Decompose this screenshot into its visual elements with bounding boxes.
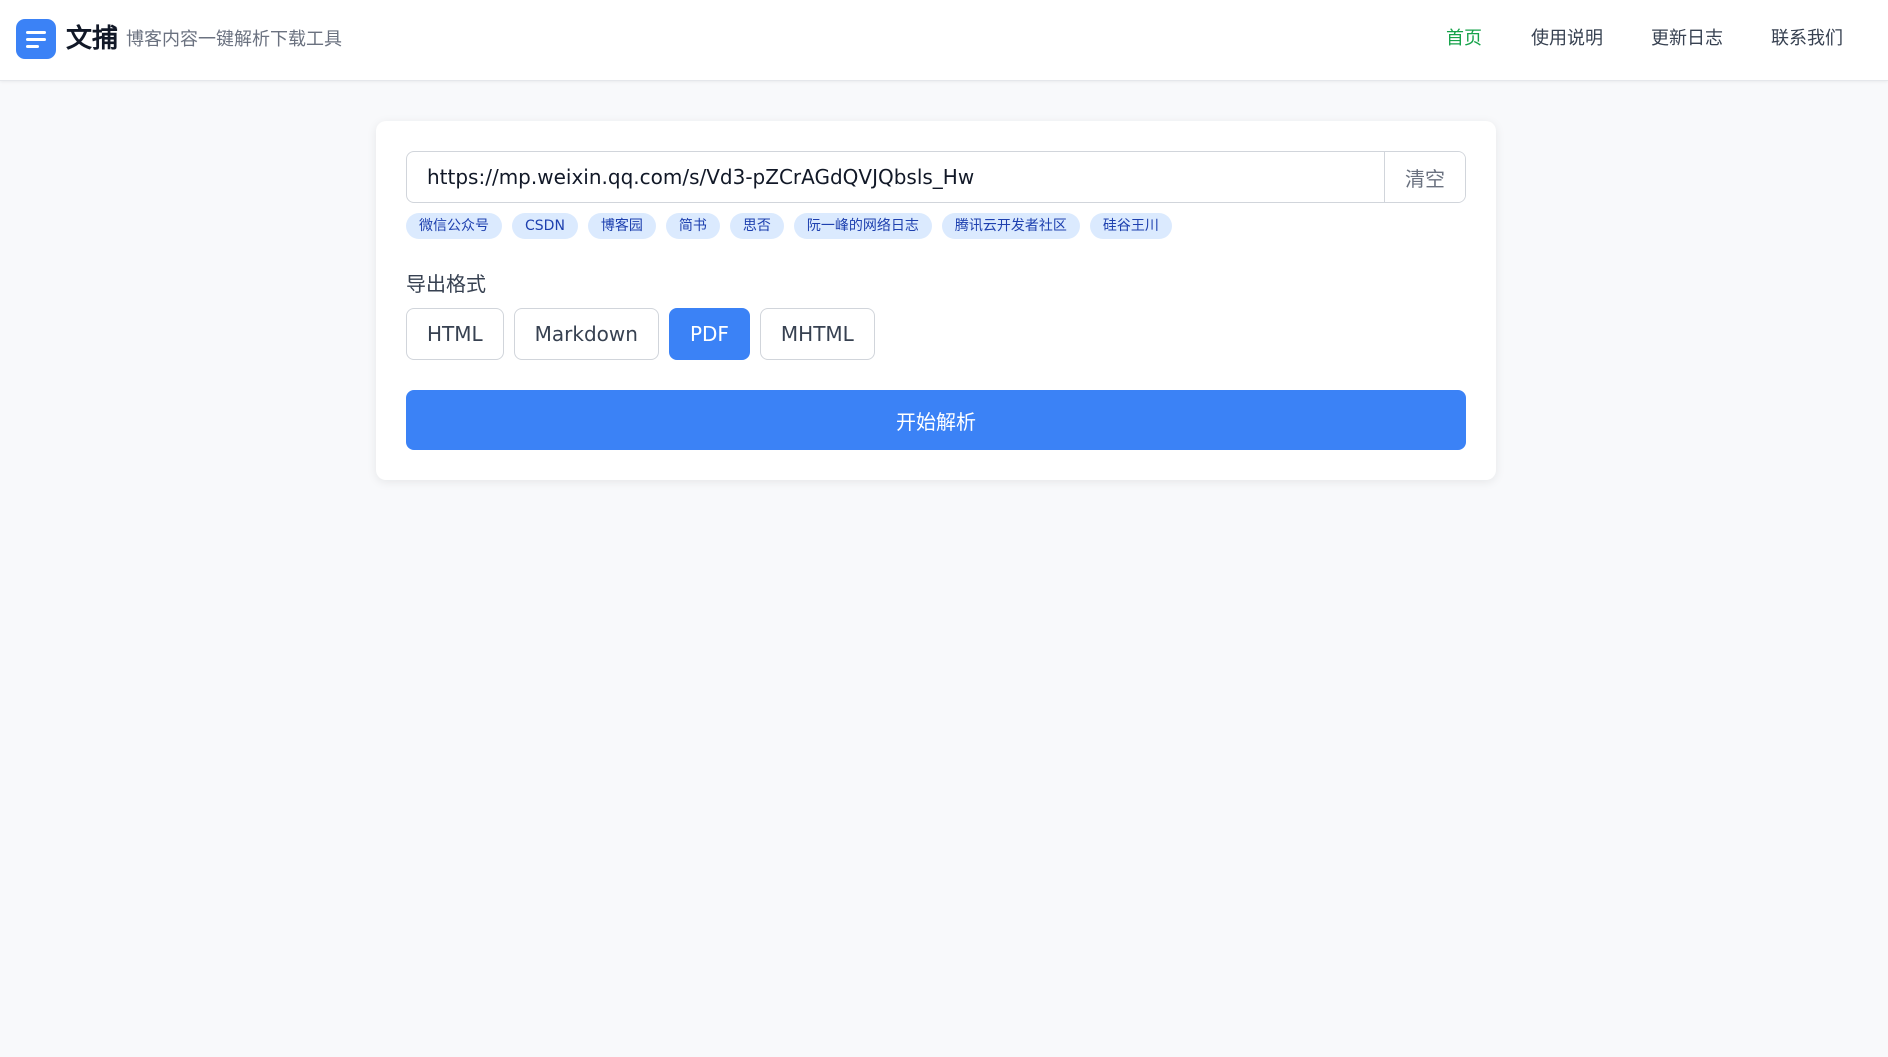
format-html-button[interactable]: HTML — [406, 308, 504, 360]
nav-contact-us[interactable]: 联系我们 — [1771, 27, 1843, 51]
top-header: 文捕 博客内容一键解析下载工具 首页 使用说明 更新日志 联系我们 — [0, 0, 1888, 81]
format-pdf-button[interactable]: PDF — [668, 308, 750, 360]
brand-tagline: 博客内容一键解析下载工具 — [126, 29, 342, 50]
format-mhtml-button[interactable]: MHTML — [759, 308, 875, 360]
tag-cnblogs[interactable]: 博客园 — [587, 213, 656, 239]
clear-button[interactable]: 清空 — [1384, 152, 1465, 202]
nav-changelog[interactable]: 更新日志 — [1651, 27, 1723, 51]
tag-tencent-cloud[interactable]: 腾讯云开发者社区 — [941, 213, 1080, 239]
url-input-group: 清空 — [406, 151, 1466, 203]
start-parse-button[interactable]: 开始解析 — [406, 390, 1466, 450]
tag-jianshu[interactable]: 简书 — [665, 213, 720, 239]
tag-guigu-wangchuan[interactable]: 硅谷王川 — [1089, 213, 1172, 239]
export-format-label: 导出格式 — [406, 272, 486, 296]
format-markdown-button[interactable]: Markdown — [513, 308, 659, 360]
nav-usage-guide[interactable]: 使用说明 — [1531, 27, 1603, 51]
brand-title: 文捕 — [66, 24, 119, 54]
tag-wechat[interactable]: 微信公众号 — [406, 213, 502, 239]
tag-csdn[interactable]: CSDN — [512, 213, 578, 239]
tag-ruanyifeng[interactable]: 阮一峰的网络日志 — [793, 213, 932, 239]
source-tags: 微信公众号 CSDN 博客园 简书 思否 阮一峰的网络日志 腾讯云开发者社区 硅… — [406, 213, 1172, 239]
nav-home[interactable]: 首页 — [1446, 27, 1482, 51]
tag-segmentfault[interactable]: 思否 — [729, 213, 784, 239]
parse-card: 清空 微信公众号 CSDN 博客园 简书 思否 阮一峰的网络日志 腾讯云开发者社… — [376, 121, 1496, 480]
url-input[interactable] — [407, 152, 1385, 202]
menu-icon — [16, 19, 56, 59]
format-options: HTML Markdown PDF MHTML — [406, 308, 875, 360]
